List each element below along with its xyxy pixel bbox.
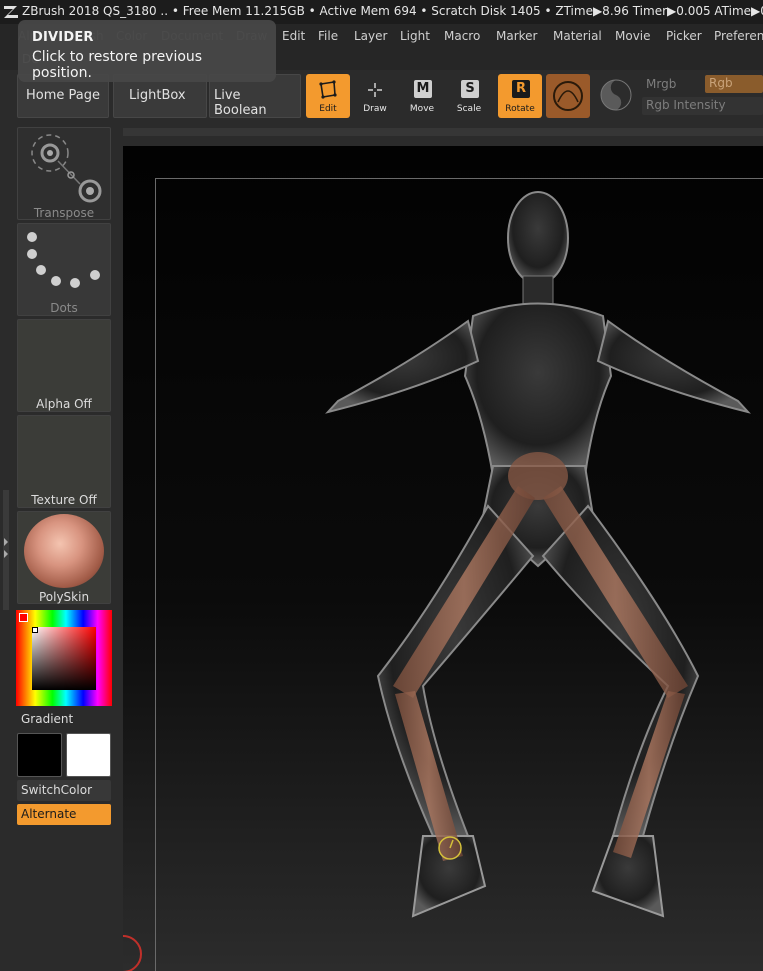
rotate-tool-button[interactable]: R Rotate <box>498 74 542 118</box>
move-label: Move <box>409 104 435 114</box>
texture-slot[interactable]: Texture Off <box>17 415 111 508</box>
alpha-off-label: Alpha Off <box>36 397 92 411</box>
transpose-icon <box>31 134 102 203</box>
menu-file[interactable]: File <box>318 29 338 43</box>
menu-layer[interactable]: Layer <box>354 29 387 43</box>
switch-color-button[interactable]: SwitchColor <box>17 780 111 801</box>
transpose-label: Transpose <box>33 206 95 220</box>
lightbox-label: LightBox <box>129 88 186 103</box>
draw-tool-button[interactable]: Draw <box>353 74 397 118</box>
alternate-button[interactable]: Alternate <box>17 804 111 825</box>
alpha-slot[interactable]: Alpha Off <box>17 319 111 412</box>
secondary-color-swatch[interactable] <box>66 733 111 777</box>
rotate-label: Rotate <box>505 104 535 114</box>
edit-icon <box>319 80 337 99</box>
menu-movie[interactable]: Movie <box>615 29 651 43</box>
material-button[interactable] <box>546 74 590 118</box>
zbrush-window: ZBrush 2018 QS_3180 .. • Free Mem 11.215… <box>0 0 763 971</box>
title-text: ZBrush 2018 QS_3180 .. • Free Mem 11.215… <box>22 4 763 18</box>
draw-icon <box>368 83 382 97</box>
home-page-label: Home Page <box>26 88 100 103</box>
material-slot[interactable]: PolySkin <box>17 511 111 604</box>
canvas-ruler <box>123 128 763 136</box>
scale-icon-letter: S <box>465 81 475 96</box>
live-boolean-label: Live Boolean <box>214 88 267 118</box>
scale-icon: S <box>461 80 479 98</box>
texture-off-label: Texture Off <box>31 493 97 507</box>
rgb-label: Rgb <box>709 76 733 90</box>
menu-light[interactable]: Light <box>400 29 430 43</box>
main-color-swatch[interactable] <box>17 733 62 777</box>
dots-label: Dots <box>50 301 78 315</box>
edit-label: Edit <box>319 104 337 114</box>
tooltip-body: Click to restore previous position. <box>32 49 203 81</box>
move-icon: M <box>414 80 432 98</box>
zbrush-logo-icon <box>4 6 18 18</box>
saturation-square[interactable] <box>32 627 96 690</box>
mrgb-label: Mrgb <box>646 77 677 91</box>
alternate-label: Alternate <box>21 807 77 821</box>
move-tool-button[interactable]: M Move <box>400 74 444 118</box>
edit-tool-button[interactable]: Edit <box>306 74 350 118</box>
rgb-toggle[interactable]: Rgb <box>705 75 763 93</box>
menu-picker[interactable]: Picker <box>666 29 702 43</box>
divider-handle-icon[interactable] <box>3 490 9 610</box>
document-viewport <box>118 122 763 971</box>
gradient-label[interactable]: Gradient <box>21 712 73 726</box>
mrgb-toggle[interactable]: Mrgb <box>642 76 680 94</box>
dots-stroke-icon <box>27 232 100 288</box>
rgb-intensity-slider[interactable]: Rgb Intensity <box>642 97 763 115</box>
sphere-mode-icon[interactable] <box>599 78 633 112</box>
dots-stroke-slot[interactable]: Dots <box>17 223 111 316</box>
transpose-slot[interactable]: Transpose <box>17 127 111 220</box>
menu-preferences[interactable]: Preferences <box>714 29 763 43</box>
switch-color-label: SwitchColor <box>21 783 93 797</box>
rotate-icon: R <box>512 80 530 98</box>
character-model-image <box>123 191 751 971</box>
move-icon-letter: M <box>416 81 430 96</box>
color-cursor <box>19 613 28 622</box>
menu-edit[interactable]: Edit <box>282 29 305 43</box>
color-picker[interactable] <box>16 610 112 706</box>
menu-macro[interactable]: Macro <box>444 29 480 43</box>
material-sphere-icon <box>553 81 583 111</box>
polyskin-material-preview <box>24 514 104 588</box>
left-shelf: Transpose Dots Alpha Off Texture Off Pol… <box>0 122 118 971</box>
menu-marker[interactable]: Marker <box>496 29 537 43</box>
rgb-intensity-label: Rgb Intensity <box>646 98 726 112</box>
menu-material[interactable]: Material <box>553 29 602 43</box>
polyskin-label: PolySkin <box>38 590 90 604</box>
rotate-icon-letter: R <box>515 81 526 96</box>
tooltip-title: DIVIDER <box>32 30 94 45</box>
canvas[interactable] <box>123 146 763 971</box>
saturation-cursor <box>32 627 38 633</box>
scale-label: Scale <box>456 104 482 114</box>
scale-tool-button[interactable]: S Scale <box>447 74 491 118</box>
draw-label: Draw <box>363 104 387 114</box>
divider-tooltip: DIVIDER Click to restore previous positi… <box>18 20 276 82</box>
